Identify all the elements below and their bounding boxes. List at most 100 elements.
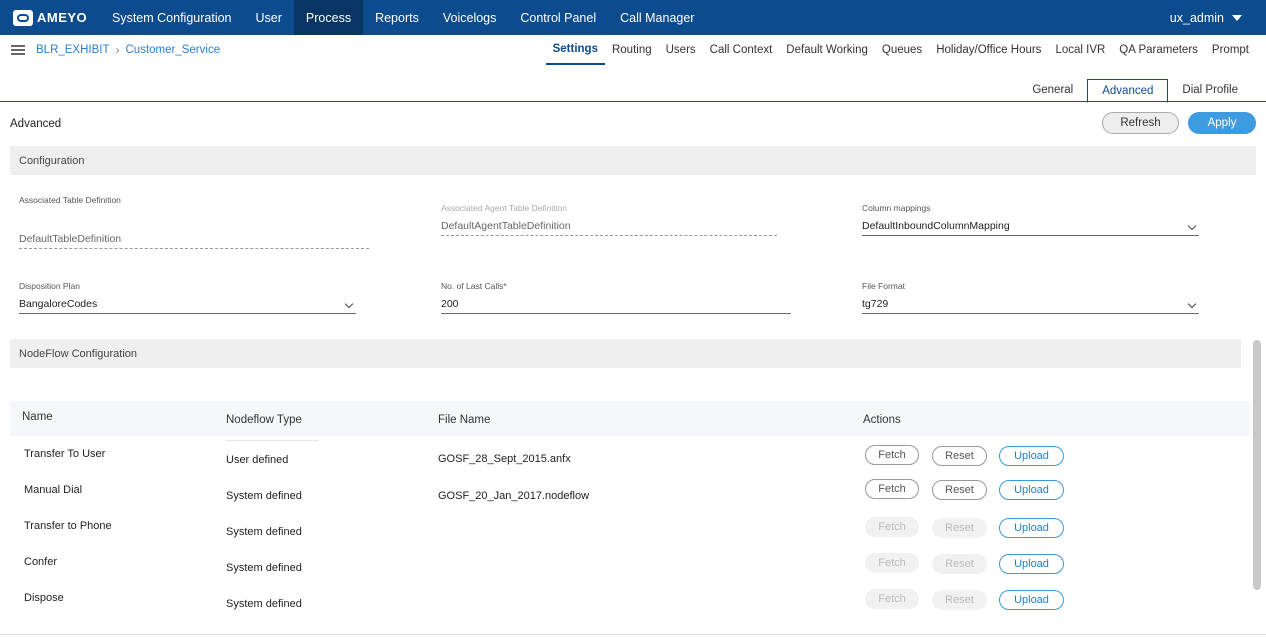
process-tabs: Settings Routing Users Call Context Defa… <box>545 35 1256 65</box>
reset-button: Reset <box>932 518 987 538</box>
reset-button[interactable]: Reset <box>932 446 987 466</box>
last-calls-input[interactable]: 200 <box>441 298 791 314</box>
fetch-button: Fetch <box>865 517 919 537</box>
tab-qa-parameters[interactable]: QA Parameters <box>1112 35 1205 65</box>
nodeflow-header: NodeFlow Configuration <box>10 339 1241 368</box>
upload-button[interactable]: Upload <box>999 554 1064 574</box>
username: ux_admin <box>1169 10 1224 25</box>
breadcrumb: BLR_EXHIBIT › Customer_Service <box>36 43 220 57</box>
ameyo-logo-icon <box>13 9 33 26</box>
chevron-down-icon <box>344 299 354 309</box>
row-type: System defined <box>226 490 302 502</box>
row-type: System defined <box>226 598 302 610</box>
reset-button: Reset <box>932 554 987 574</box>
apply-button[interactable]: Apply <box>1188 112 1256 134</box>
file-format-value: tg729 <box>862 298 889 310</box>
associated-agent-table-label: Associated Agent Table Definition <box>441 203 568 213</box>
row-file: GOSF_28_Sept_2015.anfx <box>438 453 571 465</box>
tab-prompt[interactable]: Prompt <box>1205 35 1256 65</box>
settings-tabs: General Advanced Dial Profile <box>1018 78 1252 103</box>
reset-button: Reset <box>932 590 987 610</box>
tab-general[interactable]: General <box>1018 78 1087 102</box>
brand-name: AMEYO <box>37 10 88 25</box>
associated-agent-table-value: DefaultAgentTableDefinition <box>441 220 777 236</box>
row-name: Dispose <box>24 592 64 604</box>
fetch-button[interactable]: Fetch <box>865 479 919 499</box>
tab-queues[interactable]: Queues <box>875 35 929 65</box>
nav-call-manager[interactable]: Call Manager <box>608 0 706 35</box>
reset-button[interactable]: Reset <box>932 480 987 500</box>
associated-agent-table-field: Associated Agent Table Definition Defaul… <box>441 203 777 236</box>
row-type: System defined <box>226 526 302 538</box>
top-navbar: AMEYO System Configuration User Process … <box>0 0 1266 35</box>
process-subbar: BLR_EXHIBIT › Customer_Service Settings … <box>0 35 1266 65</box>
column-mappings-label: Column mappings <box>862 203 931 213</box>
row-name: Confer <box>24 556 58 568</box>
file-format-select[interactable]: tg729 <box>862 298 1199 314</box>
associated-table-field: Associated Table Definition DefaultTable… <box>19 195 369 249</box>
nav-control-panel[interactable]: Control Panel <box>508 0 608 35</box>
associated-table-label: Associated Table Definition <box>19 195 121 205</box>
file-format-label: File Format <box>862 281 905 291</box>
disposition-plan-select[interactable]: BangaloreCodes <box>19 298 356 314</box>
chevron-right-icon: › <box>115 43 120 57</box>
upload-button[interactable]: Upload <box>999 446 1064 466</box>
tab-holiday-office-hours[interactable]: Holiday/Office Hours <box>929 35 1048 65</box>
last-calls-field[interactable]: No. of Last Calls* 200 <box>441 281 791 314</box>
last-calls-label: No. of Last Calls* <box>441 281 507 291</box>
col-file-name: File Name <box>438 414 491 426</box>
column-mappings-field[interactable]: Column mappings DefaultInboundColumnMapp… <box>862 203 1199 236</box>
vertical-scrollbar[interactable] <box>1253 340 1261 590</box>
fetch-button[interactable]: Fetch <box>865 445 919 465</box>
tab-advanced[interactable]: Advanced <box>1087 79 1169 103</box>
row-type: System defined <box>226 562 302 574</box>
row-name: Transfer To User <box>24 448 106 460</box>
row-file: GOSF_20_Jan_2017.nodeflow <box>438 490 590 502</box>
hamburger-menu-icon[interactable] <box>11 45 25 55</box>
tab-default-working[interactable]: Default Working <box>779 35 875 65</box>
disposition-plan-field[interactable]: Disposition Plan BangaloreCodes <box>19 281 356 314</box>
nav-system-configuration[interactable]: System Configuration <box>100 0 244 35</box>
tab-divider <box>0 101 1266 102</box>
nav-process[interactable]: Process <box>293 0 364 35</box>
nav-user[interactable]: User <box>244 0 294 35</box>
fetch-button: Fetch <box>865 589 919 609</box>
disposition-plan-value: BangaloreCodes <box>19 298 98 310</box>
nav-voicelogs[interactable]: Voicelogs <box>431 0 509 35</box>
associated-table-value: DefaultTableDefinition <box>19 233 369 249</box>
tab-routing[interactable]: Routing <box>605 35 659 65</box>
tab-dial-profile[interactable]: Dial Profile <box>1168 78 1252 102</box>
upload-button[interactable]: Upload <box>999 480 1064 500</box>
col-nodeflow-type: Nodeflow Type <box>226 414 302 426</box>
fetch-button: Fetch <box>865 553 919 573</box>
page-title: Advanced <box>10 118 62 130</box>
tab-users[interactable]: Users <box>659 35 703 65</box>
configuration-header: Configuration <box>10 146 1256 175</box>
column-mappings-select[interactable]: DefaultInboundColumnMapping <box>862 220 1199 236</box>
chevron-down-icon <box>1187 221 1197 231</box>
breadcrumb-campaign[interactable]: BLR_EXHIBIT <box>36 44 110 56</box>
upload-button[interactable]: Upload <box>999 518 1064 538</box>
col-actions: Actions <box>863 414 901 426</box>
breadcrumb-process[interactable]: Customer_Service <box>126 44 221 56</box>
bottom-divider <box>0 634 1266 635</box>
tab-settings[interactable]: Settings <box>545 35 605 65</box>
row-type: User defined <box>226 454 289 466</box>
column-mappings-value: DefaultInboundColumnMapping <box>862 220 1010 232</box>
chevron-down-icon <box>1187 299 1197 309</box>
upload-button[interactable]: Upload <box>999 590 1064 610</box>
file-format-field[interactable]: File Format tg729 <box>862 281 1199 314</box>
caret-down-icon <box>1232 14 1242 21</box>
nodeflow-table-header <box>10 401 1250 436</box>
header-underline <box>226 440 319 441</box>
col-name: Name <box>22 411 53 423</box>
tab-call-context[interactable]: Call Context <box>703 35 780 65</box>
row-name: Manual Dial <box>24 484 83 496</box>
ameyo-logo[interactable]: AMEYO <box>0 0 100 35</box>
disposition-plan-label: Disposition Plan <box>19 281 80 291</box>
tab-local-ivr[interactable]: Local IVR <box>1048 35 1112 65</box>
refresh-button[interactable]: Refresh <box>1102 112 1179 134</box>
nav-reports[interactable]: Reports <box>363 0 431 35</box>
user-menu[interactable]: ux_admin <box>1170 0 1242 35</box>
row-name: Transfer to Phone <box>24 520 112 532</box>
